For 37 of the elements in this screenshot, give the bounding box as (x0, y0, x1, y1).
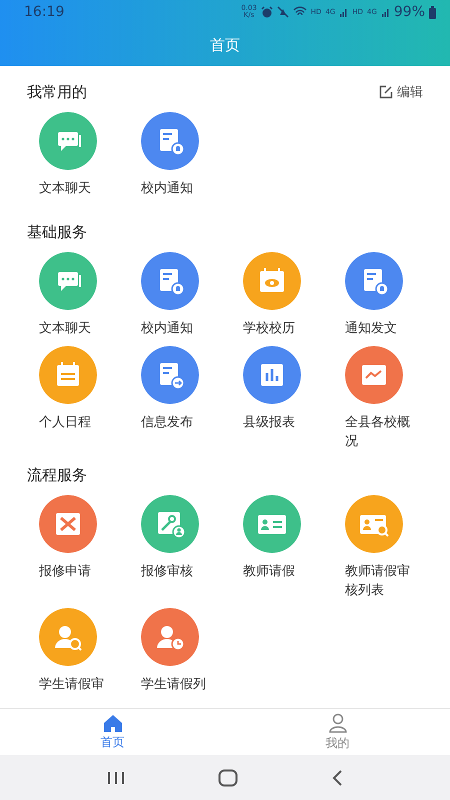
mute-icon (276, 6, 289, 18)
edit-button[interactable]: 编辑 (379, 83, 423, 101)
shortcut-item[interactable]: 校内通知 (141, 252, 227, 338)
shortcut-item[interactable]: 全县各校概况 (345, 346, 431, 451)
shortcut-item[interactable]: 校内通知 (141, 112, 227, 198)
tab-item[interactable]: 首页 (0, 709, 225, 755)
shortcut-item[interactable]: 学生请假列 (141, 608, 227, 694)
battery-icon (429, 6, 436, 18)
battery-level: 99% (394, 4, 425, 20)
shortcut-item[interactable]: 县级报表 (243, 346, 329, 451)
back-icon[interactable] (331, 770, 344, 786)
home-icon (102, 714, 122, 732)
shortcut-item[interactable]: 学生请假审 (39, 608, 125, 694)
shortcut-item[interactable]: 个人日程 (39, 346, 125, 451)
shortcut-item[interactable]: 信息发布 (141, 346, 227, 451)
edit-icon (379, 85, 393, 99)
shortcut-item[interactable]: 文本聊天 (39, 252, 125, 338)
shortcut-item[interactable]: 报修审核 (141, 495, 227, 600)
shortcut-item[interactable]: 文本聊天 (39, 112, 125, 198)
section-title: 基础服务 (27, 222, 87, 242)
home-icon[interactable] (218, 768, 238, 786)
section-title: 我常用的 (27, 82, 87, 102)
signal-icon (339, 7, 348, 17)
tab-item[interactable]: 我的 (225, 709, 450, 755)
person-icon (328, 712, 348, 732)
shortcut-item[interactable]: 学校校历 (243, 252, 329, 338)
wifi-icon (292, 6, 307, 18)
page-title: 首页 (210, 36, 240, 54)
status-time: 16:19 (24, 4, 64, 20)
alarm-icon (260, 6, 273, 18)
shortcut-item[interactable]: 报修申请 (39, 495, 125, 600)
shortcut-item[interactable]: 教师请假审核列表 (345, 495, 431, 600)
signal-icon (380, 7, 390, 17)
shortcut-item[interactable]: 通知发文 (345, 252, 431, 338)
recents-icon[interactable] (106, 770, 125, 784)
section-title: 流程服务 (27, 466, 87, 484)
shortcut-item[interactable]: 教师请假 (243, 495, 329, 600)
